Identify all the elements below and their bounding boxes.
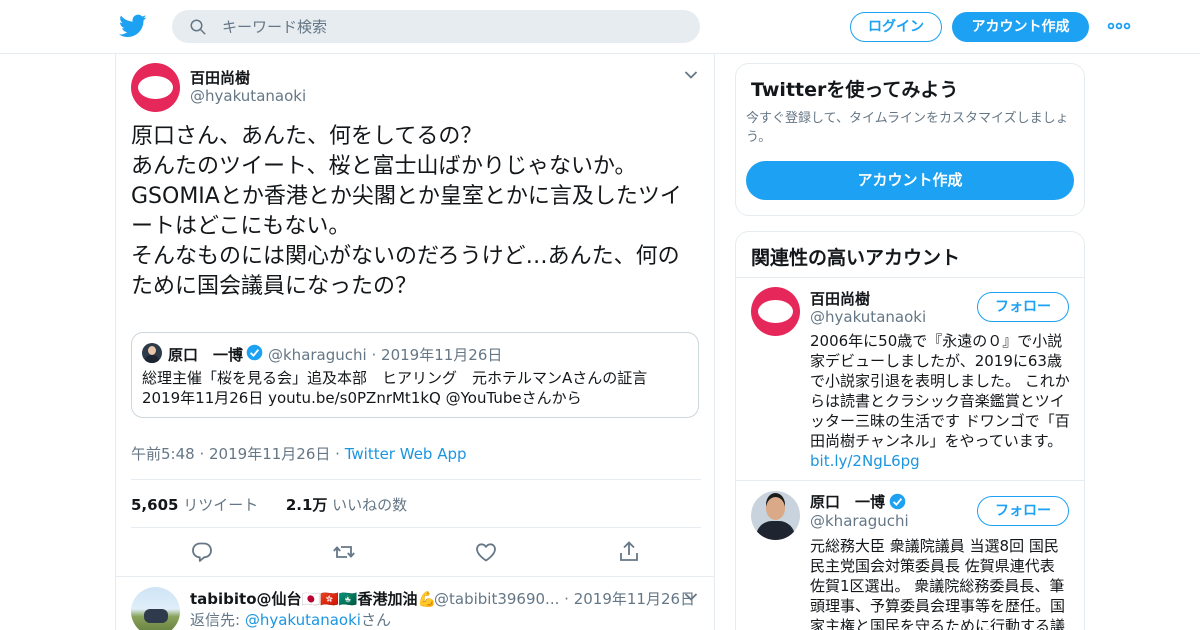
tweet-source-link[interactable]: Twitter Web App	[345, 445, 467, 463]
login-button[interactable]: ログイン	[850, 12, 942, 42]
divider	[736, 480, 1084, 481]
account-bio: 2006年に50歳で『永遠の０』で小説家デビューしましたが、2019に63歳で小…	[810, 331, 1072, 471]
likes-label[interactable]: いいねの数	[332, 496, 407, 514]
create-account-button[interactable]: アカウント作成	[746, 161, 1074, 200]
signup-button[interactable]: アカウント作成	[952, 12, 1089, 42]
quoted-tweet[interactable]: 原口 一博 @kharaguchi · 2019年11月26日 総理主催「桜を見…	[131, 332, 699, 418]
reply-to-suffix: さん	[360, 611, 391, 629]
try-twitter-card: Twitterを使ってみよう 今すぐ登録して、タイムラインをカスタマイズしましょ…	[735, 63, 1085, 216]
reply-to-handle[interactable]: @hyakutanaoki	[245, 611, 361, 629]
more-dots-icon[interactable]	[1107, 16, 1131, 36]
verified-badge-icon	[246, 344, 263, 361]
reply-author-name[interactable]: tabibito@仙台🇯🇵🇭🇰🇲🇴香港加油💪	[190, 588, 436, 609]
account-handle[interactable]: @hyakutanaoki	[810, 308, 926, 326]
reply-author-meta: @tabibit39690... · 2019年11月26日	[434, 588, 695, 609]
avatar	[142, 343, 162, 363]
reply-to-line: 返信先: @hyakutanaokiさん	[190, 609, 391, 630]
reply-to-prefix: 返信先:	[190, 611, 245, 629]
search-input[interactable]	[222, 10, 682, 43]
tweet-time: 午前5:48	[131, 445, 195, 463]
chevron-down-icon[interactable]	[684, 70, 698, 80]
follow-button[interactable]: フォロー	[977, 292, 1069, 322]
retweets-label[interactable]: リツイート	[183, 496, 258, 514]
separator-dot: ·	[564, 590, 574, 608]
reply-author-handle[interactable]: @tabibit39690...	[434, 590, 559, 608]
separator-dot: ·	[335, 445, 345, 463]
retweets-count[interactable]: 5,605	[131, 496, 178, 514]
try-card-description: 今すぐ登録して、タイムラインをカスタマイズしましょう。	[746, 111, 1069, 145]
divider	[736, 277, 1084, 278]
avatar[interactable]	[751, 491, 800, 540]
account-handle[interactable]: @kharaguchi	[810, 512, 909, 530]
verified-badge-icon	[889, 493, 906, 510]
account-bio-link[interactable]: bit.ly/2NgL6pg	[810, 451, 1072, 471]
account-bio: 元総務大臣 衆議院議員 当選8回 国民民主党国会対策委員長 佐賀県連代表 佐賀1…	[810, 536, 1072, 630]
quoted-author-name: 原口 一博	[168, 346, 244, 364]
like-icon[interactable]	[474, 540, 498, 564]
account-name[interactable]: 原口 一博	[810, 491, 885, 512]
twitter-bird-icon[interactable]	[119, 12, 147, 40]
tweet-date: 2019年11月26日	[209, 445, 331, 463]
quoted-text: 総理主催「桜を見る会」追及本部 ヒアリング 元ホテルマンAさんの証言 2019年…	[142, 369, 648, 407]
avatar[interactable]	[131, 63, 180, 112]
account-bio-text: 元総務大臣 衆議院議員 当選8回 国民民主党国会対策委員長 佐賀県連代表 佐賀1…	[810, 537, 1066, 630]
try-card-title: Twitterを使ってみよう	[751, 79, 959, 101]
search-icon	[190, 19, 206, 35]
related-accounts-title: 関連性の高いアカウント	[751, 247, 961, 269]
avatar[interactable]	[751, 287, 800, 336]
top-nav-bar: ログイン アカウント作成	[0, 0, 1200, 54]
tweet-stats: 5,605 リツイート 2.1万 いいねの数	[131, 494, 407, 515]
search-box[interactable]	[172, 10, 700, 43]
reply-icon[interactable]	[190, 540, 214, 564]
separator-dot: ·	[371, 346, 382, 364]
reply-date[interactable]: 2019年11月26日	[574, 590, 695, 608]
divider	[131, 527, 701, 528]
divider	[116, 576, 714, 577]
related-accounts-card: 関連性の高いアカウント 百田尚樹 @hyakutanaoki フォロー 2006…	[735, 231, 1085, 630]
account-name[interactable]: 百田尚樹	[810, 288, 870, 309]
follow-button[interactable]: フォロー	[977, 496, 1069, 526]
main-column: 百田尚樹 @hyakutanaoki 原口さん、あんた、何をしてるの？ あんたの…	[115, 54, 715, 630]
chevron-down-icon[interactable]	[684, 592, 698, 602]
tweet-author-name[interactable]: 百田尚樹	[190, 67, 250, 88]
tweet-text: 原口さん、あんた、何をしてるの？ あんたのツイート、桜と富士山ばかりじゃないか。…	[131, 124, 682, 299]
quoted-author-handle: @kharaguchi	[268, 346, 367, 364]
tweet-author-handle[interactable]: @hyakutanaoki	[190, 87, 306, 105]
tweet-timestamp-row: 午前5:48 · 2019年11月26日 · Twitter Web App	[131, 443, 467, 464]
separator-dot: ·	[199, 445, 210, 463]
share-icon[interactable]	[617, 540, 641, 564]
likes-count[interactable]: 2.1万	[286, 496, 328, 514]
avatar[interactable]	[131, 587, 180, 630]
quoted-author-meta: @kharaguchi · 2019年11月26日	[268, 344, 502, 365]
divider	[131, 479, 701, 480]
retweet-icon[interactable]	[332, 540, 356, 564]
account-bio-text: 2006年に50歳で『永遠の０』で小説家デビューしましたが、2019に63歳で小…	[810, 332, 1070, 450]
quoted-date: 2019年11月26日	[381, 346, 503, 364]
